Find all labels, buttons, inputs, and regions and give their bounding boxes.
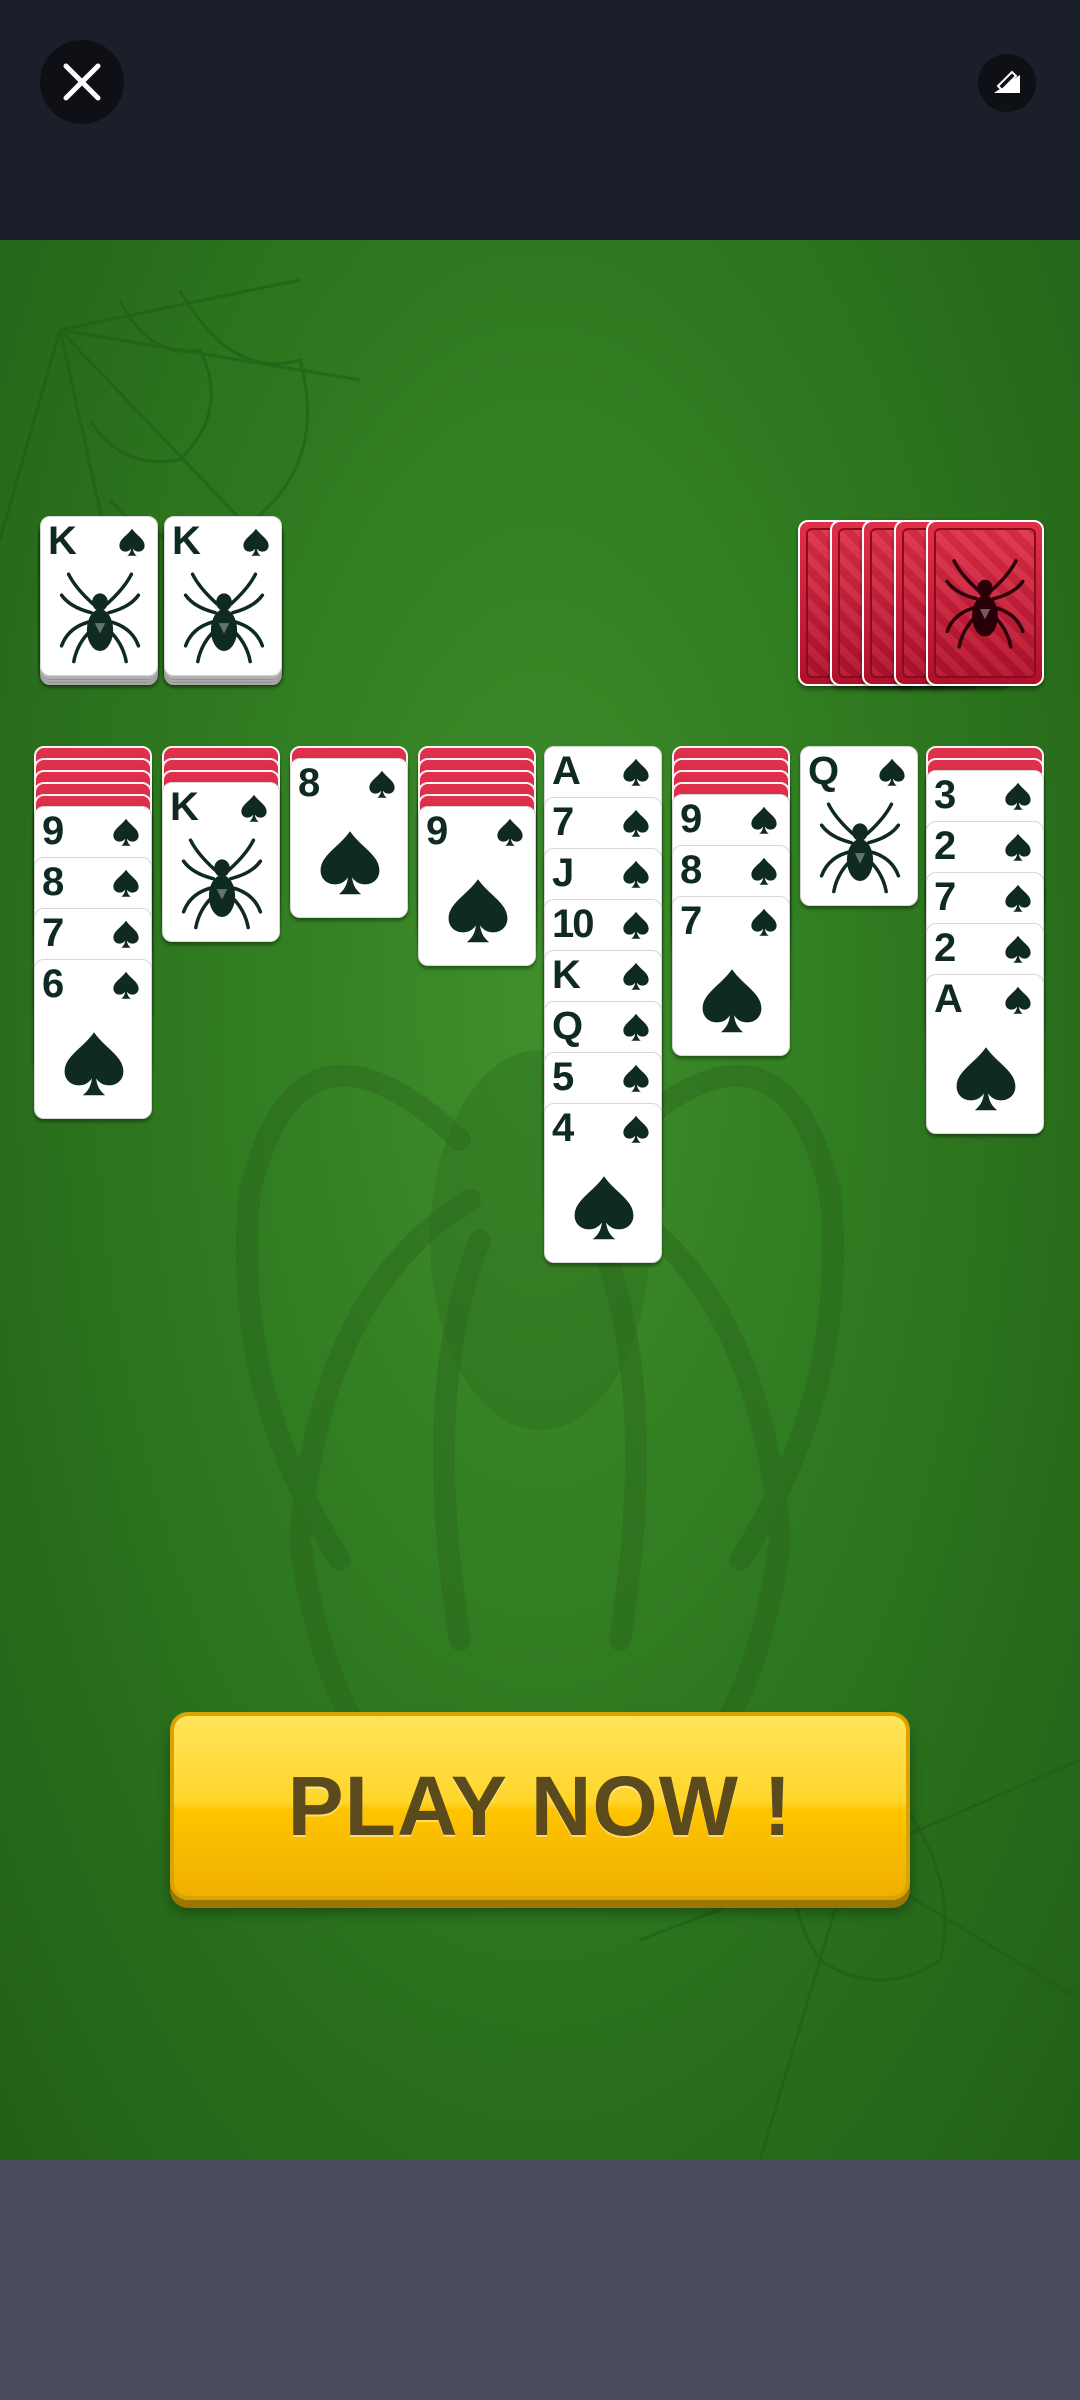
card-rank: 3	[934, 773, 956, 817]
spade-pip-icon	[702, 969, 762, 1033]
card-rank: J	[552, 851, 574, 895]
close-button[interactable]	[40, 40, 124, 124]
card-rank: 10	[552, 902, 594, 946]
spade-icon	[113, 971, 139, 999]
card-k-spades[interactable]: K	[40, 516, 158, 676]
card-rank: K	[48, 519, 77, 563]
spade-icon	[623, 809, 649, 837]
card-rank: K	[552, 953, 581, 997]
card-7-spades[interactable]: 7	[672, 896, 790, 1056]
card-8-spades[interactable]: 8	[290, 758, 408, 918]
close-icon	[63, 63, 101, 101]
spade-icon	[751, 857, 777, 885]
spade-icon	[119, 528, 145, 556]
card-rank: K	[170, 785, 199, 829]
spade-icon	[1005, 833, 1031, 861]
card-rank: 9	[426, 809, 448, 853]
spade-pip-icon	[574, 1176, 634, 1240]
card-rank: 7	[552, 800, 574, 844]
spade-pip-icon	[64, 1032, 124, 1096]
spade-icon	[1005, 935, 1031, 963]
spade-icon	[1005, 782, 1031, 810]
card-rank: 7	[680, 899, 702, 943]
ad-choices-button[interactable]	[978, 54, 1036, 112]
spade-icon	[243, 528, 269, 556]
card-rank: 8	[298, 761, 320, 805]
play-now-label: PLAY NOW !	[287, 1758, 793, 1853]
spade-pip-icon	[320, 831, 380, 895]
card-rank: 2	[934, 824, 956, 868]
spade-icon	[879, 758, 905, 786]
card-rank: A	[934, 977, 963, 1021]
card-6-spades[interactable]: 6	[34, 959, 152, 1119]
card-rank: 4	[552, 1106, 574, 1150]
card-k-spades[interactable]: K	[164, 516, 282, 676]
spade-icon	[113, 920, 139, 948]
stock-card[interactable]	[926, 520, 1044, 686]
bottom-blank-area	[0, 2160, 1080, 2400]
card-rank: 5	[552, 1055, 574, 1099]
spade-icon	[751, 908, 777, 936]
card-q-spades[interactable]: Q	[800, 746, 918, 906]
spade-icon	[623, 1115, 649, 1143]
card-rank: A	[552, 749, 581, 793]
card-rank: K	[172, 519, 201, 563]
spade-pip-icon	[448, 879, 508, 943]
spade-icon	[1005, 986, 1031, 1014]
card-rank: Q	[552, 1004, 583, 1048]
spider-icon	[59, 572, 141, 664]
spade-icon	[113, 818, 139, 846]
spade-icon	[497, 818, 523, 846]
spade-icon	[369, 770, 395, 798]
card-k-spades[interactable]: K	[162, 782, 280, 942]
card-a-spades[interactable]: A	[926, 974, 1044, 1134]
spade-icon	[623, 1064, 649, 1092]
spade-icon	[623, 962, 649, 990]
card-9-spades[interactable]: 9	[418, 806, 536, 966]
spade-icon	[623, 860, 649, 888]
spade-pip-icon	[956, 1047, 1016, 1111]
card-4-spades[interactable]: 4	[544, 1103, 662, 1263]
card-rank: 7	[42, 911, 64, 955]
spade-icon	[241, 794, 267, 822]
card-rank: 8	[680, 848, 702, 892]
spade-icon	[1005, 884, 1031, 912]
spider-icon	[819, 802, 901, 894]
play-now-button[interactable]: PLAY NOW !	[170, 1712, 910, 1900]
spade-icon	[113, 869, 139, 897]
card-rank: Q	[808, 749, 839, 793]
spade-icon	[623, 911, 649, 939]
card-rank: 6	[42, 962, 64, 1006]
stock-spider-icon	[945, 559, 1025, 649]
card-rank: 8	[42, 860, 64, 904]
ad-choices-icon	[994, 70, 1020, 93]
top-bar	[0, 0, 1080, 240]
card-rank: 9	[680, 797, 702, 841]
spider-icon	[181, 838, 263, 930]
card-rank: 2	[934, 926, 956, 970]
card-rank: 7	[934, 875, 956, 919]
spade-icon	[751, 806, 777, 834]
spade-icon	[623, 758, 649, 786]
spade-icon	[623, 1013, 649, 1041]
card-rank: 9	[42, 809, 64, 853]
spider-icon	[183, 572, 265, 664]
